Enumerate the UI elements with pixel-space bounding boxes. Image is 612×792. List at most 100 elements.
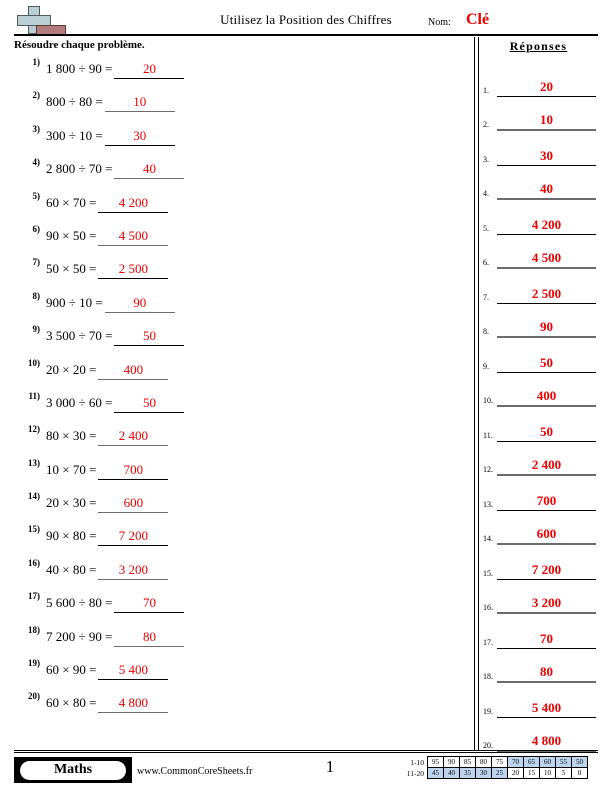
answer-value[interactable]: 700: [497, 493, 596, 511]
score-grid-cell: 65: [523, 756, 540, 768]
answer-value[interactable]: 50: [497, 424, 596, 442]
problem-answer-blank[interactable]: 10: [104, 94, 175, 113]
header-divider: [14, 34, 598, 36]
answer-value[interactable]: 30: [497, 148, 596, 166]
answer-index: 14.: [483, 534, 493, 543]
problem-body: 20 × 30 = 600: [46, 495, 169, 514]
page-header: Utilisez la Position des Chiffres Nom: C…: [14, 6, 598, 36]
problem-body: 80 × 30 = 2 400: [46, 428, 169, 447]
problem-answer-blank[interactable]: 7 200: [98, 528, 169, 547]
problem-expression: 20 × 20 =: [46, 361, 97, 377]
name-field-value[interactable]: Clé: [466, 11, 489, 29]
problem-row: 2) 800 ÷ 80 = 10: [14, 90, 464, 123]
problem-expression: 40 × 80 =: [46, 561, 97, 577]
answer-index: 1.: [483, 85, 489, 95]
answer-row: 10. 400: [483, 373, 598, 407]
problem-answer-blank[interactable]: 30: [104, 128, 175, 146]
problem-row: 12) 80 × 30 = 2 400: [14, 424, 464, 457]
answer-value[interactable]: 80: [497, 664, 596, 683]
problem-row: 10) 20 × 20 = 400: [14, 358, 464, 391]
score-grid-cell: 45: [427, 767, 444, 779]
problem-answer-blank[interactable]: 70: [114, 595, 185, 614]
answer-value[interactable]: 4 200: [497, 217, 596, 235]
problem-answer-blank[interactable]: 90: [104, 295, 175, 313]
problem-body: 7 200 ÷ 90 = 80: [46, 629, 185, 647]
answers-column-header: Réponses: [509, 39, 568, 53]
answer-value[interactable]: 2 500: [497, 286, 596, 304]
problem-expression: 90 × 50 =: [46, 227, 97, 243]
answer-value[interactable]: 3 200: [497, 595, 596, 614]
answer-value[interactable]: 10: [497, 112, 596, 131]
score-grid-cell: 60: [539, 756, 556, 768]
answer-row: 15. 7 200: [483, 545, 598, 580]
problem-number: 15): [28, 524, 40, 535]
answer-index: 12.: [483, 465, 493, 474]
page-number: 1: [325, 757, 335, 776]
answer-row: 16. 3 200: [483, 580, 598, 614]
answer-row: 4. 40: [483, 166, 598, 200]
answer-row: 13. 700: [483, 476, 598, 511]
problem-body: 800 ÷ 80 = 10: [46, 94, 175, 113]
score-grid-cell: 5: [555, 767, 572, 779]
answer-index: 9.: [483, 361, 489, 371]
problem-answer-blank[interactable]: 4 200: [98, 195, 169, 213]
answer-row: 9. 50: [483, 338, 598, 373]
problem-expression: 800 ÷ 80 =: [46, 94, 103, 110]
problem-answer-blank[interactable]: 3 200: [98, 562, 169, 580]
problem-answer-blank[interactable]: 4 800: [98, 695, 169, 714]
answer-value[interactable]: 40: [497, 181, 596, 200]
answer-value[interactable]: 4 500: [497, 250, 596, 269]
score-grid: 1-10 95 90 85 80 75 70 65 60 55 50 11-20 45 40 35 30 25 2…: [398, 756, 588, 779]
problem-number: 16): [28, 557, 40, 568]
problem-answer-blank[interactable]: 600: [98, 495, 169, 514]
score-grid-cell: 85: [459, 756, 476, 768]
problem-number: 19): [28, 658, 40, 669]
answer-index: 8.: [483, 327, 489, 336]
problem-answer-blank[interactable]: 50: [114, 395, 185, 413]
problem-row: 3) 300 ÷ 10 = 30: [14, 124, 464, 157]
answer-row: 3. 30: [483, 131, 598, 166]
problem-expression: 90 × 80 =: [46, 528, 97, 544]
answer-value[interactable]: 600: [497, 526, 596, 545]
answer-index: 10.: [483, 396, 493, 405]
answer-row: 18. 80: [483, 649, 598, 683]
problem-row: 4) 2 800 ÷ 70 = 40: [14, 157, 464, 190]
problem-row: 17) 5 600 ÷ 80 = 70: [14, 591, 464, 624]
answer-value[interactable]: 5 400: [497, 700, 596, 718]
answer-row: 20. 4 800: [483, 718, 598, 752]
problem-row: 18) 7 200 ÷ 90 = 80: [14, 625, 464, 658]
problem-row: 14) 20 × 30 = 600: [14, 491, 464, 524]
problem-number: 14): [28, 491, 40, 502]
problem-expression: 60 × 80 =: [46, 695, 97, 711]
problem-answer-blank[interactable]: 400: [98, 362, 169, 380]
problem-answer-blank[interactable]: 20: [114, 61, 185, 79]
answer-index: 18.: [483, 672, 493, 681]
problem-body: 5 600 ÷ 80 = 70: [46, 595, 185, 614]
problem-answer-blank[interactable]: 5 400: [98, 662, 169, 681]
answer-value[interactable]: 50: [497, 355, 596, 373]
answer-value[interactable]: 20: [497, 79, 596, 97]
problem-answer-blank[interactable]: 80: [114, 629, 185, 647]
problem-answer-blank[interactable]: 2 400: [98, 428, 169, 447]
problem-body: 90 × 80 = 7 200: [46, 528, 169, 547]
answer-value[interactable]: 70: [497, 631, 596, 649]
answer-value[interactable]: 7 200: [497, 562, 596, 580]
problem-answer-blank[interactable]: 4 500: [98, 228, 169, 246]
column-divider: [474, 37, 479, 751]
subject-badge-label: Maths: [20, 760, 126, 780]
problem-answer-blank[interactable]: 2 500: [98, 261, 169, 280]
score-grid-cell: 80: [475, 756, 492, 768]
answer-row: 6. 4 500: [483, 235, 598, 269]
site-url[interactable]: www.CommonCoreSheets.fr: [137, 766, 252, 777]
problem-row: 8) 900 ÷ 10 = 90: [14, 291, 464, 324]
answer-row: 17. 70: [483, 614, 598, 649]
answer-value[interactable]: 400: [497, 388, 596, 407]
answer-value[interactable]: 2 400: [497, 457, 596, 476]
problem-answer-blank[interactable]: 50: [114, 328, 185, 347]
problem-answer-blank[interactable]: 40: [114, 161, 185, 180]
problem-body: 50 × 50 = 2 500: [46, 261, 169, 280]
answer-value[interactable]: 90: [497, 319, 596, 338]
problem-body: 1 800 ÷ 90 = 20: [46, 61, 185, 79]
problem-answer-blank[interactable]: 700: [98, 462, 169, 480]
answer-row: 7. 2 500: [483, 269, 598, 304]
